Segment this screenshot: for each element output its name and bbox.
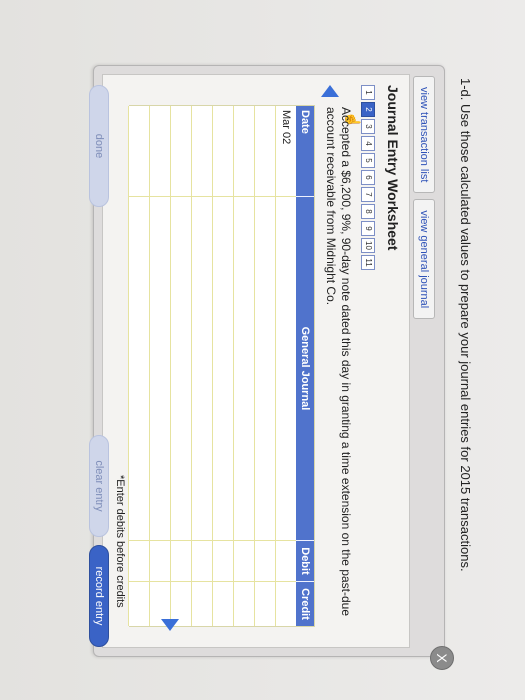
record-entry-button[interactable]: record entry: [89, 545, 109, 647]
step-button-11[interactable]: 11: [361, 255, 375, 270]
journal-table: Date General Journal Debit Credit Mar 02: [128, 105, 315, 627]
credit-cell[interactable]: [255, 581, 275, 626]
credit-cell[interactable]: [234, 581, 254, 626]
date-cell[interactable]: [171, 106, 191, 196]
credit-cell[interactable]: [129, 581, 149, 626]
header-debit: Debit: [296, 540, 314, 581]
header-general-journal: General Journal: [296, 196, 314, 540]
journal-dialog: X view transaction list view general jou…: [89, 65, 454, 670]
account-cell[interactable]: [192, 196, 212, 540]
credit-cell[interactable]: [192, 581, 212, 626]
account-cell[interactable]: [171, 196, 191, 540]
done-button[interactable]: done: [89, 85, 109, 207]
step-button-1[interactable]: 1: [361, 85, 375, 100]
account-cell[interactable]: [129, 196, 149, 540]
close-icon[interactable]: X: [430, 646, 454, 670]
step-button-7[interactable]: 7: [361, 187, 375, 202]
tab-view-transaction-list[interactable]: view transaction list: [413, 76, 435, 194]
instruction-text: 1-d. Use those calculated values to prep…: [458, 78, 473, 572]
date-cell[interactable]: [192, 106, 212, 196]
debit-credit-note: *Enter debits before credits: [114, 475, 126, 608]
table-row: [254, 106, 275, 626]
debit-cell[interactable]: [234, 540, 254, 581]
step-button-4[interactable]: 4: [361, 136, 375, 151]
table-row: [233, 106, 254, 626]
previous-arrow-icon[interactable]: [321, 85, 339, 97]
table-row: [212, 106, 233, 626]
credit-cell[interactable]: [213, 581, 233, 626]
worksheet-panel: Journal Entry Worksheet 1 2 3 4 5 6 7 8 9 10 11 ☝ …: [89, 74, 410, 648]
date-cell[interactable]: [213, 106, 233, 196]
date-cell[interactable]: [255, 106, 275, 196]
header-date: Date: [299, 110, 311, 134]
table-row: [191, 106, 212, 626]
account-cell[interactable]: [255, 196, 275, 540]
step-button-6[interactable]: 6: [361, 170, 375, 185]
step-button-9[interactable]: 9: [361, 221, 375, 236]
table-row: [128, 106, 149, 626]
date-cell[interactable]: [234, 106, 254, 196]
debit-cell[interactable]: [192, 540, 212, 581]
screen: 1-d. Use those calculated values to prep…: [0, 0, 525, 700]
table-row: Mar 02: [275, 106, 296, 626]
transaction-description: Accepted a $6,200, 9%, 90-day note dated…: [324, 107, 353, 617]
debit-cell[interactable]: [276, 540, 296, 581]
step-indicator: 1 2 3 4 5 6 7 8 9 10 11: [361, 85, 375, 270]
account-cell[interactable]: [276, 196, 296, 540]
debit-cell[interactable]: [129, 540, 149, 581]
account-cell[interactable]: [234, 196, 254, 540]
debit-cell[interactable]: [255, 540, 275, 581]
date-cell[interactable]: [129, 106, 149, 196]
debit-cell[interactable]: [150, 540, 170, 581]
table-row: [170, 106, 191, 626]
worksheet-title: Journal Entry Worksheet: [385, 85, 401, 251]
account-cell[interactable]: [213, 196, 233, 540]
step-button-8[interactable]: 8: [361, 204, 375, 219]
debit-cell[interactable]: [171, 540, 191, 581]
step-button-10[interactable]: 10: [361, 238, 375, 253]
step-button-2[interactable]: 2: [361, 102, 375, 117]
tab-bar: view transaction list view general journ…: [413, 76, 435, 320]
clear-entry-button[interactable]: clear entry: [89, 435, 109, 537]
date-cell[interactable]: Mar 02: [276, 106, 296, 196]
credit-cell[interactable]: [276, 581, 296, 626]
step-button-3[interactable]: 3: [361, 119, 375, 134]
tab-view-general-journal[interactable]: view general journal: [413, 199, 435, 320]
step-button-5[interactable]: 5: [361, 153, 375, 168]
header-credit: Credit: [296, 581, 314, 626]
next-arrow-icon[interactable]: [161, 619, 179, 631]
account-cell[interactable]: [150, 196, 170, 540]
table-header: Date General Journal Debit Credit: [296, 106, 314, 626]
date-cell[interactable]: [150, 106, 170, 196]
table-row: [149, 106, 170, 626]
debit-cell[interactable]: [213, 540, 233, 581]
